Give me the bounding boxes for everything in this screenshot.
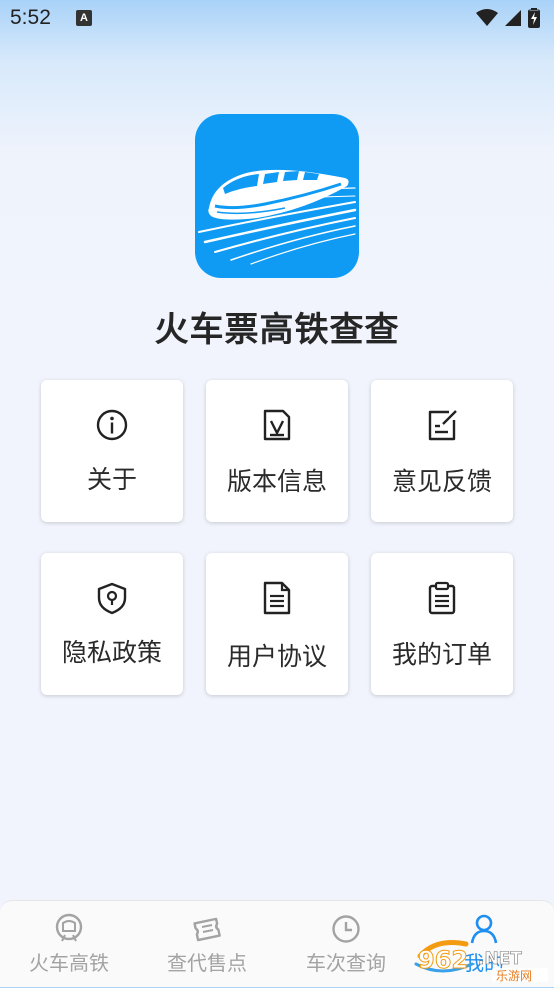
version-doc-icon (263, 409, 291, 441)
app-logo (195, 114, 359, 278)
info-icon (96, 409, 128, 441)
clock-icon (332, 915, 360, 943)
nav-train[interactable]: 火车高铁 (0, 901, 138, 987)
agreement-doc-icon (263, 581, 291, 615)
privacy-policy-card[interactable]: 隐私政策 (41, 553, 183, 695)
about-label: 关于 (86, 465, 137, 494)
feedback-edit-icon (428, 410, 457, 441)
about-card[interactable]: 关于 (41, 380, 183, 522)
battery-icon (528, 8, 540, 28)
version-info-card[interactable]: 版本信息 (206, 380, 348, 522)
user-agreement-label: 用户协议 (226, 642, 327, 671)
nav-ticket-agents[interactable]: 查代售点 (138, 901, 276, 987)
svg-text:962: 962 (418, 946, 468, 974)
train-logo-icon (198, 169, 357, 265)
watermark-logo: 962 .NET 乐游网 (412, 934, 552, 984)
svg-text:.NET: .NET (478, 949, 522, 969)
ticket-icon (193, 917, 221, 942)
privacy-shield-icon (97, 582, 127, 615)
privacy-policy-label: 隐私政策 (61, 638, 162, 667)
my-orders-label: 我的订单 (391, 640, 492, 669)
status-indicators (476, 8, 540, 28)
nav-schedule-query[interactable]: 车次查询 (277, 901, 415, 987)
signal-icon (505, 10, 521, 26)
version-info-label: 版本信息 (226, 467, 327, 496)
nav-schedule-query-label: 车次查询 (306, 951, 386, 975)
feedback-card[interactable]: 意见反馈 (371, 380, 513, 522)
my-orders-card[interactable]: 我的订单 (371, 553, 513, 695)
user-agreement-card[interactable]: 用户协议 (206, 553, 348, 695)
status-time: 5:52 (10, 6, 51, 29)
app-title: 火车票高铁查查 (154, 310, 400, 350)
svg-text:乐游网: 乐游网 (496, 969, 532, 983)
nav-ticket-agents-label: 查代售点 (167, 951, 247, 975)
orders-clipboard-icon (428, 581, 456, 615)
status-bar: 5:52 A (0, 0, 554, 40)
feedback-label: 意见反馈 (391, 467, 492, 496)
notification-icon: A (76, 10, 92, 26)
train-icon (55, 913, 83, 942)
wifi-icon (476, 9, 498, 26)
nav-train-label: 火车高铁 (29, 951, 109, 975)
